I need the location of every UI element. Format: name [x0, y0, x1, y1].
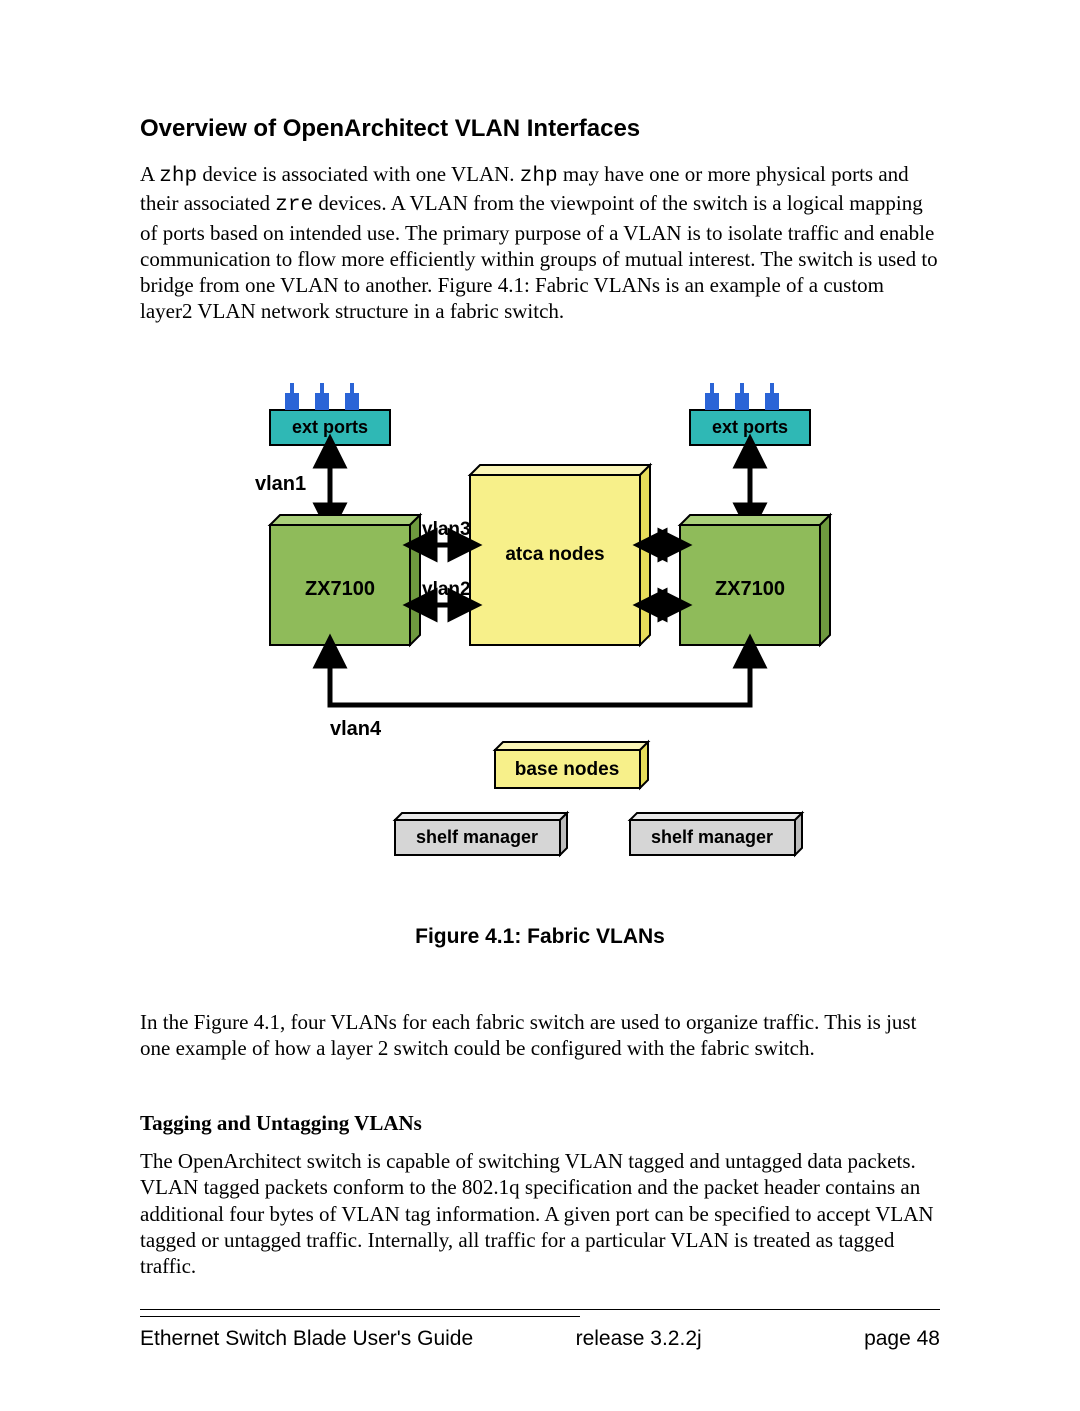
base-nodes-box: base nodes	[495, 742, 648, 788]
document-page: Overview of OpenArchitect VLAN Interface…	[0, 0, 1080, 1411]
footer-rule-short	[140, 1316, 580, 1317]
code-zhp: zhp	[520, 165, 558, 188]
paragraph-after-figure: In the Figure 4.1, four VLANs for each f…	[140, 1009, 940, 1062]
code-zre: zre	[275, 194, 313, 217]
ext-ports-right-label: ext ports	[712, 417, 788, 437]
ext-ports-left-label: ext ports	[292, 417, 368, 437]
atca-nodes-label: atca nodes	[505, 544, 604, 565]
figure-caption: Figure 4.1: Fabric VLANs	[200, 925, 880, 949]
vlan1-label: vlan1	[255, 473, 306, 495]
vlan2-label: vlan2	[422, 579, 471, 600]
vlan4-label: vlan4	[330, 718, 382, 740]
footer-page: page 48	[864, 1327, 940, 1351]
ext-ports-left: ext ports	[270, 383, 390, 445]
paragraph-tagging: The OpenArchitect switch is capable of s…	[140, 1148, 940, 1279]
figure-fabric-vlans: ext ports ext ports vlan1	[200, 375, 880, 949]
intro-paragraph: A zhp device is associated with one VLAN…	[140, 161, 940, 325]
shelf-manager-left-box: shelf manager	[395, 813, 567, 855]
text: A	[140, 162, 159, 186]
section-heading: Overview of OpenArchitect VLAN Interface…	[140, 115, 940, 143]
vlan3-label: vlan3	[422, 519, 471, 540]
atca-nodes-box: atca nodes	[470, 465, 650, 645]
text: device is associated with one VLAN.	[197, 162, 520, 186]
zx7100-right-box: ZX7100	[680, 515, 830, 645]
shelf-manager-right-label: shelf manager	[651, 827, 773, 847]
zx7100-right-label: ZX7100	[715, 578, 785, 600]
shelf-manager-left-label: shelf manager	[416, 827, 538, 847]
zx7100-left-label: ZX7100	[305, 578, 375, 600]
footer-release: release 3.2.2j	[576, 1327, 702, 1351]
zx7100-left-box: ZX7100	[270, 515, 420, 645]
arrow-vlan4	[330, 651, 750, 705]
subheading-tagging: Tagging and Untagging VLANs	[140, 1111, 940, 1136]
footer-rule-full	[140, 1309, 940, 1310]
footer-title: Ethernet Switch Blade User's Guide	[140, 1327, 473, 1351]
code-zhp: zhp	[159, 165, 197, 188]
page-footer: Ethernet Switch Blade User's Guide relea…	[140, 1327, 940, 1351]
shelf-manager-right-box: shelf manager	[630, 813, 802, 855]
ext-ports-right: ext ports	[690, 383, 810, 445]
base-nodes-label: base nodes	[515, 759, 620, 780]
